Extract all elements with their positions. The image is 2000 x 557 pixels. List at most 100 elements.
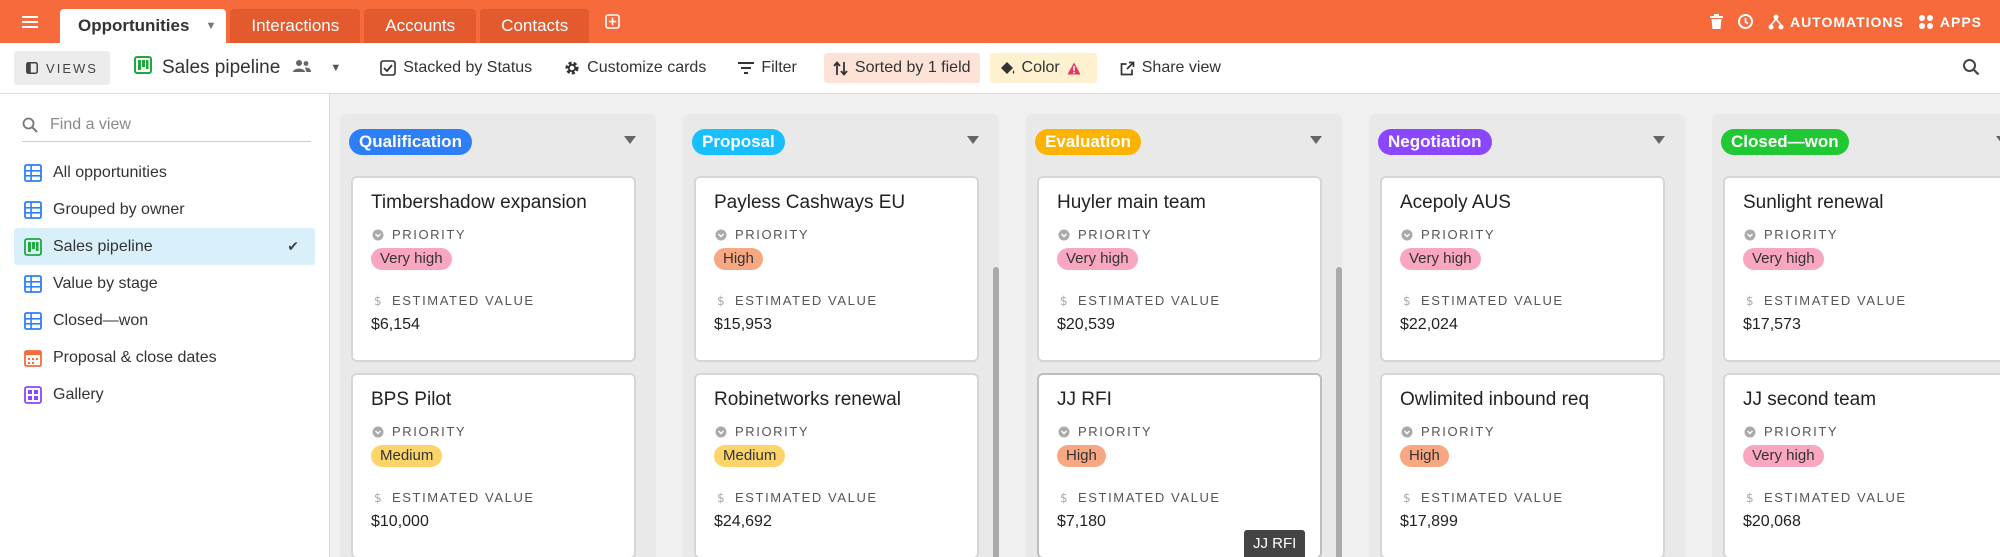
- sidebar-view-item[interactable]: Value by stage: [14, 265, 315, 302]
- currency-icon: $: [1400, 491, 1413, 504]
- record-card[interactable]: BPS Pilot PRIORITY Medium $ ESTIMATED VALUE $…: [351, 373, 636, 557]
- sidebar-view-item[interactable]: Sales pipeline ✔: [14, 228, 315, 265]
- single-select-icon: [1057, 228, 1070, 241]
- grid-view-icon: [24, 163, 42, 182]
- currency-icon: $: [1743, 294, 1756, 307]
- stack-header: Qualification: [340, 114, 656, 164]
- tab-contacts[interactable]: Contacts: [480, 9, 590, 43]
- chevron-down-icon[interactable]: ▼: [330, 62, 341, 74]
- color-button[interactable]: Color: [989, 53, 1097, 83]
- history-icon[interactable]: [1737, 13, 1754, 30]
- currency-icon: $: [1057, 294, 1070, 307]
- kanban-board: Qualification Timbershadow expansion PRIOR…: [331, 94, 2000, 557]
- record-card[interactable]: Robinetworks renewal PRIORITY Medium $ ESTIM…: [694, 373, 979, 557]
- chevron-down-icon[interactable]: [624, 136, 636, 144]
- svg-text:$: $: [717, 294, 726, 307]
- sidebar-view-label: Closed—won: [53, 311, 149, 329]
- tooltip: JJ RFI: [1244, 530, 1306, 557]
- stacked-by-button[interactable]: Stacked by Status: [371, 53, 541, 83]
- record-card[interactable]: Payless Cashways EU PRIORITY High $ ESTIMATE…: [694, 176, 979, 362]
- share-view-button[interactable]: Share view: [1111, 53, 1230, 83]
- field-label-text: ESTIMATED VALUE: [392, 490, 535, 505]
- stack-scrollbar[interactable]: [993, 267, 999, 557]
- menu-icon[interactable]: [0, 0, 60, 43]
- record-card[interactable]: JJ second team PRIORITY Very high $ ESTIMATE…: [1723, 373, 2000, 557]
- grid-view-icon: [24, 311, 42, 330]
- checkbox-icon: [380, 60, 397, 76]
- find-view-search: [22, 108, 311, 142]
- record-card[interactable]: Timbershadow expansion PRIORITY Very high $…: [351, 176, 636, 362]
- estimated-value: $10,000: [371, 513, 429, 530]
- apps-label: APPS: [1939, 13, 1982, 30]
- svg-text:$: $: [1060, 294, 1069, 307]
- field-label-text: ESTIMATED VALUE: [1078, 293, 1221, 308]
- sidebar-view-label: All opportunities: [53, 163, 167, 181]
- tab-opportunities[interactable]: Opportunities ▼: [60, 9, 227, 43]
- card-title: JJ second team: [1743, 389, 1877, 410]
- currency-icon: $: [1400, 294, 1413, 307]
- card-title: Acepoly AUS: [1400, 192, 1511, 213]
- filter-label: Filter: [761, 59, 797, 76]
- record-card[interactable]: Huyler main team PRIORITY Very high $ ESTIMA…: [1037, 176, 1322, 362]
- chevron-down-icon[interactable]: [1653, 136, 1665, 144]
- record-card[interactable]: Owlimited inbound req PRIORITY High $ ESTIMA…: [1380, 373, 1665, 557]
- sidebar-view-item[interactable]: All opportunities: [14, 154, 315, 191]
- stacked-by-label: Stacked by Status: [403, 59, 533, 76]
- sidebar-view-item[interactable]: Grouped by owner: [14, 191, 315, 228]
- sort-button[interactable]: Sorted by 1 field: [823, 53, 980, 83]
- chevron-down-icon[interactable]: [967, 136, 979, 144]
- customize-cards-button[interactable]: Customize cards: [555, 53, 715, 83]
- customize-cards-label: Customize cards: [587, 59, 707, 76]
- field-label-text: PRIORITY: [1421, 424, 1496, 439]
- estimated-value: $6,154: [371, 316, 420, 333]
- chevron-down-icon[interactable]: [1310, 136, 1322, 144]
- find-view-input[interactable]: [50, 115, 300, 134]
- filter-button[interactable]: Filter: [729, 53, 806, 83]
- trash-icon[interactable]: [1709, 14, 1723, 29]
- estimated-value: $15,953: [714, 316, 772, 333]
- sort-label: Sorted by 1 field: [854, 59, 971, 76]
- sidebar-view-item[interactable]: Gallery: [14, 376, 315, 413]
- view-switcher[interactable]: Sales pipeline ▼: [134, 56, 341, 80]
- automations-button[interactable]: AUTOMATIONS: [1768, 14, 1904, 30]
- top-tab-bar: Opportunities ▼ Interactions Accounts Co…: [0, 0, 2000, 43]
- field-label-text: ESTIMATED VALUE: [1764, 293, 1907, 308]
- card-title: Huyler main team: [1057, 192, 1206, 213]
- value-field-label: $ ESTIMATED VALUE: [1057, 293, 1302, 308]
- currency-icon: $: [1057, 491, 1070, 504]
- views-button[interactable]: VIEWS: [14, 51, 110, 85]
- stack-scrollbar[interactable]: [1336, 267, 1342, 557]
- kanban-stack: Closed—won Sunlight renewal PRIORITY Very h…: [1712, 114, 2000, 557]
- sidebar-view-item[interactable]: Closed—won: [14, 302, 315, 339]
- chevron-down-icon[interactable]: [1996, 136, 2000, 144]
- calendar-view-icon: [24, 349, 42, 367]
- sidebar-view-item[interactable]: Proposal & close dates: [14, 339, 315, 376]
- record-card[interactable]: Acepoly AUS PRIORITY Very high $ ESTIMATED V…: [1380, 176, 1665, 362]
- field-label-text: ESTIMATED VALUE: [392, 293, 535, 308]
- add-table-icon[interactable]: [599, 9, 625, 35]
- chevron-down-icon[interactable]: ▼: [205, 20, 216, 32]
- views-sidebar: All opportunities Grouped by owner Sales p…: [0, 94, 330, 557]
- apps-button[interactable]: APPS: [1918, 14, 1982, 30]
- priority-badge: Very high: [371, 248, 452, 270]
- tab-accounts[interactable]: Accounts: [364, 9, 477, 43]
- view-list: All opportunities Grouped by owner Sales p…: [0, 154, 329, 413]
- priority-badge: Very high: [1743, 248, 1824, 270]
- value-field-label: $ ESTIMATED VALUE: [1743, 490, 1988, 505]
- warning-icon: [1067, 62, 1081, 74]
- field-label-text: ESTIMATED VALUE: [735, 490, 878, 505]
- svg-text:$: $: [1746, 491, 1755, 504]
- kanban-view-icon: [134, 56, 152, 80]
- currency-icon: $: [714, 294, 727, 307]
- tab-interactions[interactable]: Interactions: [230, 9, 361, 43]
- estimated-value: $17,573: [1743, 316, 1801, 333]
- single-select-icon: [1743, 425, 1756, 438]
- currency-icon: $: [371, 294, 384, 307]
- kanban-stack: Negotiation Acepoly AUS PRIORITY Very high $…: [1369, 114, 1685, 557]
- search-icon[interactable]: [1962, 58, 1980, 81]
- value-field-label: $ ESTIMATED VALUE: [1400, 490, 1645, 505]
- record-card[interactable]: Sunlight renewal PRIORITY Very high $ ESTIMA…: [1723, 176, 2000, 362]
- svg-text:$: $: [1403, 294, 1412, 307]
